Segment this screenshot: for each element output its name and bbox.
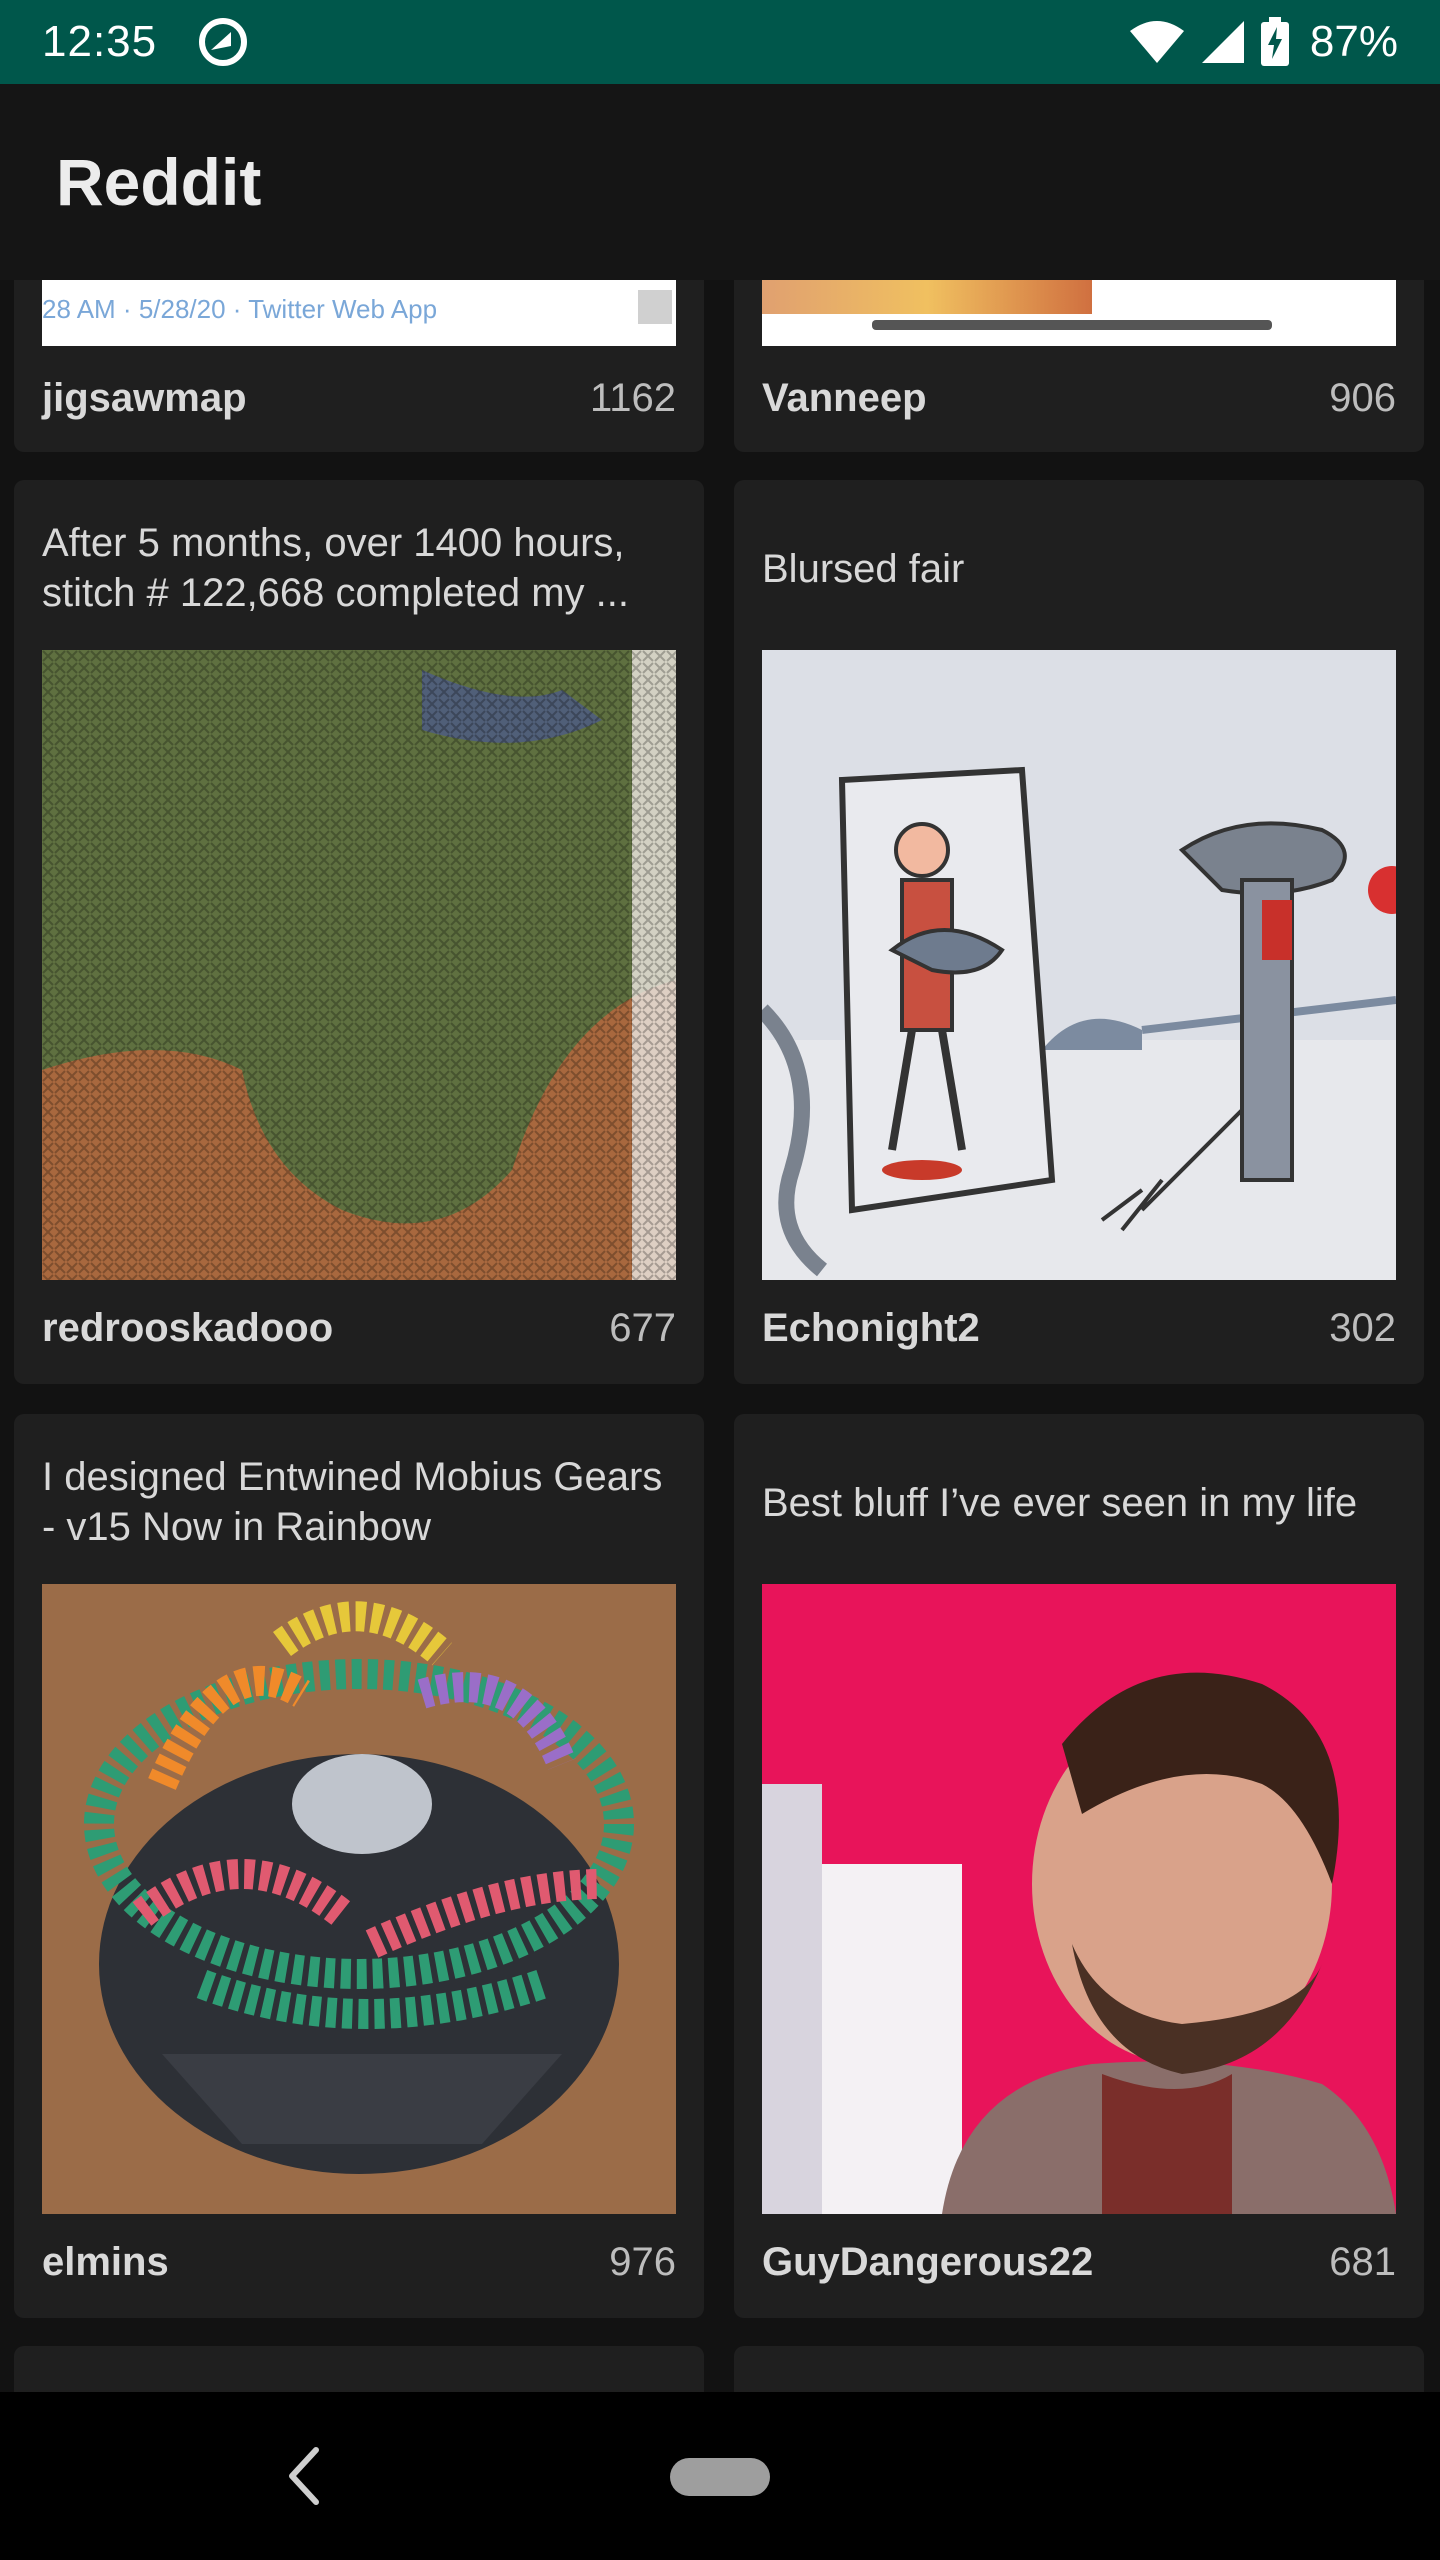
post-thumbnail[interactable] [762,280,1396,346]
cross-stitch-image [42,650,676,1280]
post-thumbnail[interactable] [762,650,1396,1280]
post-author[interactable]: Echonight2 [762,1306,980,1351]
cell-signal-icon [1201,21,1244,63]
post-score: 677 [609,1306,676,1350]
post-score: 302 [1329,1306,1396,1350]
post-thumbnail[interactable] [762,1584,1396,2214]
post-title[interactable]: After 5 months, over 1400 hours, stitch … [42,518,676,618]
thumbnail-image-strip [762,280,1092,314]
man-photo-image [762,1584,1396,2214]
thumbnail-text-line [872,320,1272,330]
post-title[interactable]: Best bluff I’ve ever seen in my life [762,1478,1396,1528]
post-feed[interactable]: 28 AM · 5/28/20 · Twitter Web App jigsaw… [0,280,1440,2392]
gears-image [42,1584,676,2214]
status-bar: 12:35 87% [0,0,1440,84]
thumbnail-icon [638,290,672,324]
thumbnail-caption: 28 AM · 5/28/20 · Twitter Web App [42,294,438,324]
post-title[interactable]: I designed Entwined Mobius Gears - v15 N… [42,1452,676,1552]
post-card[interactable]: I designed Entwined Mobius Gears - v15 N… [14,1414,704,2318]
post-author[interactable]: GuyDangerous22 [762,2240,1093,2285]
battery-charging-icon [1260,17,1289,66]
post-score: 976 [609,2240,676,2284]
battery-percentage: 87% [1309,17,1398,66]
post-thumbnail[interactable] [42,650,676,1280]
app-title: Reddit [56,145,262,219]
post-author[interactable]: Vanneep [762,376,927,421]
post-thumbnail[interactable] [42,1584,676,2214]
post-card[interactable]: Best bluff I’ve ever seen in my life Guy… [734,1414,1424,2318]
post-card[interactable] [14,2346,704,2392]
post-card[interactable]: 28 AM · 5/28/20 · Twitter Web App jigsaw… [14,280,704,452]
app-bar: Reddit [0,84,1440,280]
post-card[interactable]: Blursed fair Echonight2 302 [734,480,1424,1384]
post-thumbnail[interactable]: 28 AM · 5/28/20 · Twitter Web App [42,280,676,346]
post-score: 681 [1329,2240,1396,2284]
post-score: 1162 [589,376,676,420]
post-title[interactable]: Blursed fair [762,544,1396,594]
post-score: 906 [1329,376,1396,420]
post-card[interactable]: After 5 months, over 1400 hours, stitch … [14,480,704,1384]
status-time: 12:35 [42,17,158,66]
status-indicators: 87% [1128,17,1398,67]
post-card[interactable] [734,2346,1424,2392]
cartoon-image [762,650,1396,1280]
post-author[interactable]: elmins [42,2240,169,2285]
post-author[interactable]: jigsawmap [42,376,247,421]
wifi-icon [1129,21,1184,63]
home-pill-icon[interactable] [670,2458,770,2496]
post-card[interactable]: Vanneep 906 [734,280,1424,452]
post-author[interactable]: redrooskadooo [42,1306,333,1351]
data-saver-icon [199,18,248,66]
back-chevron-icon[interactable] [278,2436,328,2516]
